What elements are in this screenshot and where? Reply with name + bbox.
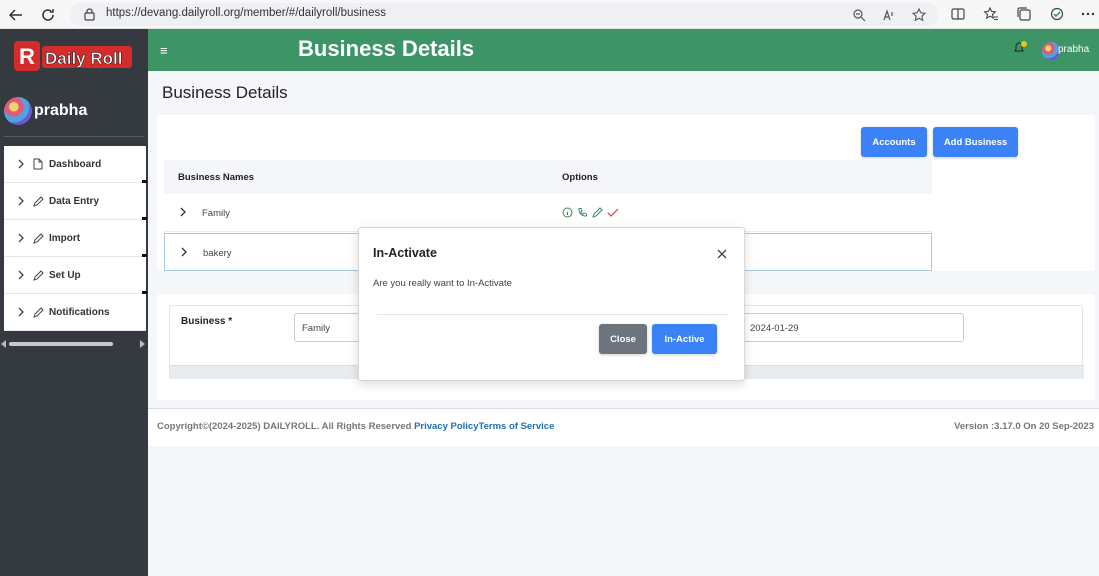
back-button[interactable] — [6, 5, 26, 25]
info-icon[interactable] — [562, 207, 573, 218]
sidebar: R Daily Roll prabha Dashboard Data Entry… — [0, 29, 148, 576]
modal-divider — [377, 314, 729, 315]
sidebar-menu: Dashboard Data Entry Import Set Up Notif… — [4, 146, 146, 331]
menu-tick — [142, 254, 147, 257]
top-header: ≡ Business Details prabha — [148, 29, 1099, 71]
menu-tick — [142, 291, 147, 294]
sidebar-item-import[interactable]: Import — [4, 220, 146, 257]
modal-close-button[interactable]: Close — [599, 324, 647, 354]
collections-icon[interactable] — [1016, 6, 1032, 22]
business-name: bakery — [203, 248, 232, 259]
copyright-text: Copyright©(2024-2025) DAILYROLL. All Rig… — [157, 421, 415, 432]
chevron-right-icon — [17, 159, 27, 169]
sidebar-item-label: Data Entry — [49, 195, 100, 207]
modal-title: In-Activate — [373, 246, 437, 260]
column-header-options: Options — [562, 172, 598, 183]
menu-tick — [142, 217, 147, 220]
avatar — [4, 97, 32, 125]
sidebar-item-dashboard[interactable]: Dashboard — [4, 146, 146, 183]
header-title: Business Details — [298, 36, 475, 61]
sidebar-item-label: Dashboard — [49, 158, 102, 170]
logo-text: Daily Roll — [45, 49, 122, 68]
favorite-star-icon[interactable] — [911, 7, 927, 22]
sidebar-user-name: prabha — [34, 102, 88, 119]
sidebar-profile[interactable]: prabha — [4, 95, 87, 127]
date-input[interactable]: 2024-01-29 — [742, 313, 964, 342]
chevron-right-icon[interactable] — [179, 207, 187, 220]
dailyroll-logo[interactable]: R Daily Roll — [14, 39, 134, 73]
chevron-right-icon — [17, 307, 27, 317]
sidebar-item-label: Set Up — [49, 269, 81, 281]
refresh-button[interactable] — [38, 5, 58, 25]
pencil-icon — [33, 195, 45, 207]
address-bar[interactable]: https://devang.dailyroll.org/member/#/da… — [70, 3, 938, 26]
check-icon[interactable] — [607, 207, 619, 218]
lock-icon — [84, 8, 95, 26]
sidebar-divider — [4, 136, 144, 137]
sidebar-item-data-entry[interactable]: Data Entry — [4, 183, 146, 220]
pencil-icon — [33, 232, 45, 244]
row-options — [562, 207, 619, 218]
svg-text:R: R — [19, 44, 35, 69]
chevron-right-icon — [17, 233, 27, 243]
sidebar-horizontal-scrollbar[interactable] — [0, 338, 148, 350]
inactivate-modal: In-Activate Are you really want to In-Ac… — [358, 227, 745, 381]
bell-icon[interactable] — [1012, 41, 1028, 60]
favorites-icon[interactable] — [983, 6, 999, 22]
header-user-name[interactable]: prabha — [1058, 44, 1089, 55]
zoom-icon[interactable] — [852, 8, 866, 22]
read-aloud-icon[interactable] — [882, 8, 896, 22]
modal-message: Are you really want to In-Activate — [373, 278, 512, 289]
arrow-left-icon — [8, 9, 22, 21]
menu-tick — [142, 180, 147, 183]
business-name: Family — [202, 208, 230, 219]
browser-toolbar: https://devang.dailyroll.org/member/#/da… — [0, 0, 1099, 29]
phone-icon[interactable] — [577, 207, 588, 218]
footer-version: Version :3.17.0 On 20 Sep-2023 — [954, 421, 1094, 432]
scroll-left-icon[interactable] — [1, 340, 7, 348]
business-label: Business * — [181, 316, 233, 327]
footer-copyright: Copyright©(2024-2025) DAILYROLL. All Rig… — [157, 421, 554, 432]
pencil-icon — [33, 269, 45, 281]
close-icon[interactable] — [716, 247, 728, 259]
chevron-right-icon — [17, 270, 27, 280]
page-footer: Copyright©(2024-2025) DAILYROLL. All Rig… — [148, 408, 1099, 446]
table-header: Business Names Options — [164, 160, 932, 194]
sidebar-item-set-up[interactable]: Set Up — [4, 257, 146, 294]
split-screen-icon[interactable] — [950, 6, 966, 22]
column-header-business-names: Business Names — [178, 172, 255, 183]
add-business-button[interactable]: Add Business — [933, 127, 1018, 157]
edit-pencil-icon[interactable] — [592, 207, 603, 218]
privacy-policy-link[interactable]: Privacy Policy — [414, 421, 478, 432]
in-active-button[interactable]: In-Active — [652, 324, 717, 354]
business-select[interactable]: Family — [294, 313, 364, 342]
url-text[interactable]: https://devang.dailyroll.org/member/#/da… — [106, 7, 386, 19]
sidebar-item-label: Notifications — [49, 306, 110, 318]
accounts-button[interactable]: Accounts — [861, 127, 927, 157]
file-icon — [33, 158, 45, 170]
chevron-right-icon[interactable] — [180, 247, 188, 260]
extensions-icon[interactable] — [1049, 6, 1065, 22]
pencil-icon — [33, 306, 45, 318]
refresh-icon — [42, 9, 54, 21]
chevron-right-icon — [17, 196, 27, 206]
scrollbar-thumb[interactable] — [9, 342, 113, 346]
page-title: Business Details — [162, 83, 288, 102]
scroll-right-icon[interactable] — [139, 340, 145, 348]
terms-of-service-link[interactable]: Terms of Service — [479, 421, 555, 432]
sidebar-item-notifications[interactable]: Notifications — [4, 294, 146, 331]
more-options-icon[interactable] — [1080, 6, 1096, 22]
hamburger-menu-icon[interactable]: ≡ — [160, 43, 168, 58]
sidebar-item-label: Import — [49, 232, 81, 244]
